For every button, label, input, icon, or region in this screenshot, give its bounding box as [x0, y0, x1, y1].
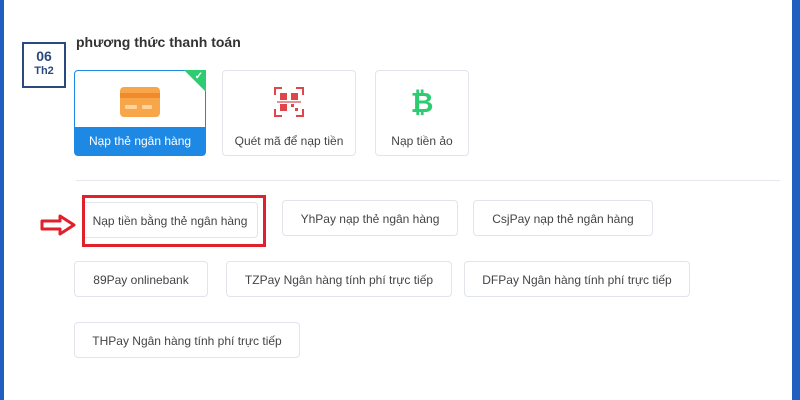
highlight-box [82, 195, 266, 247]
option-thpay[interactable]: THPay Ngân hàng tính phí trực tiếp [74, 322, 300, 358]
arrow-right-icon [40, 214, 76, 241]
option-csjpay[interactable]: CsjPay nạp thẻ ngân hàng [473, 200, 653, 236]
date-badge: 06 Th2 [22, 42, 66, 88]
date-day: 06 [36, 48, 52, 64]
option-yhpay[interactable]: YhPay nạp thẻ ngân hàng [282, 200, 458, 236]
option-89pay[interactable]: 89Pay onlinebank [74, 261, 208, 297]
bank-card-icon [120, 87, 160, 122]
method-label: Nạp tiền ảo [391, 134, 453, 148]
method-label: Nạp thẻ ngân hàng [75, 127, 205, 155]
method-card-bank[interactable]: ✓ Nạp thẻ ngân hàng [74, 70, 206, 156]
check-icon: ✓ [194, 71, 203, 82]
method-card-crypto[interactable]: ₿ Nạp tiền ảo [375, 70, 469, 156]
svg-text:₿: ₿ [411, 87, 434, 117]
bitcoin-icon: ₿ [409, 86, 435, 122]
payment-panel: 06 Th2 phương thức thanh toán ✓ Nạp thẻ … [4, 0, 792, 400]
method-label: Quét mã để nạp tiền [234, 134, 344, 148]
method-card-qr[interactable]: Quét mã để nạp tiền [222, 70, 356, 156]
option-tzpay[interactable]: TZPay Ngân hàng tính phí trực tiếp [226, 261, 452, 297]
qr-code-icon [274, 87, 304, 122]
date-month: Th2 [34, 65, 54, 77]
option-dfpay[interactable]: DFPay Ngân hàng tính phí trực tiếp [464, 261, 690, 297]
divider [76, 180, 780, 181]
section-title: phương thức thanh toán [76, 34, 241, 50]
